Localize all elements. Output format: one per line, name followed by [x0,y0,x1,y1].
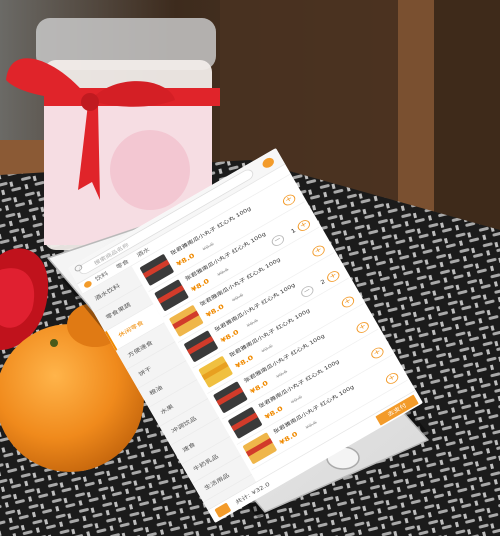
original-price: ¥9.6 [216,267,230,278]
plus-icon[interactable]: + [384,370,401,386]
original-price: ¥9.6 [290,394,304,406]
plus-icon[interactable]: + [281,192,298,208]
minus-icon[interactable]: − [299,283,316,299]
quantity-value: 2 [319,278,327,286]
plus-icon[interactable]: + [369,345,386,361]
original-price: ¥9.6 [246,318,260,329]
original-price: ¥9.6 [231,292,245,304]
plus-icon[interactable]: + [339,294,357,310]
original-price: ¥9.6 [275,369,289,380]
quantity-value: 1 [290,227,297,235]
cart-icon[interactable] [260,155,276,170]
plus-icon[interactable]: + [354,319,371,335]
minus-icon[interactable]: − [269,233,286,249]
product-price: ¥8.0 [278,430,299,447]
plus-icon[interactable]: + [295,218,312,234]
plus-icon[interactable]: + [325,268,342,284]
plus-icon[interactable]: + [310,243,327,259]
original-price: ¥9.6 [305,420,318,431]
original-price: ¥9.6 [260,343,274,355]
original-price: ¥9.6 [202,242,215,253]
